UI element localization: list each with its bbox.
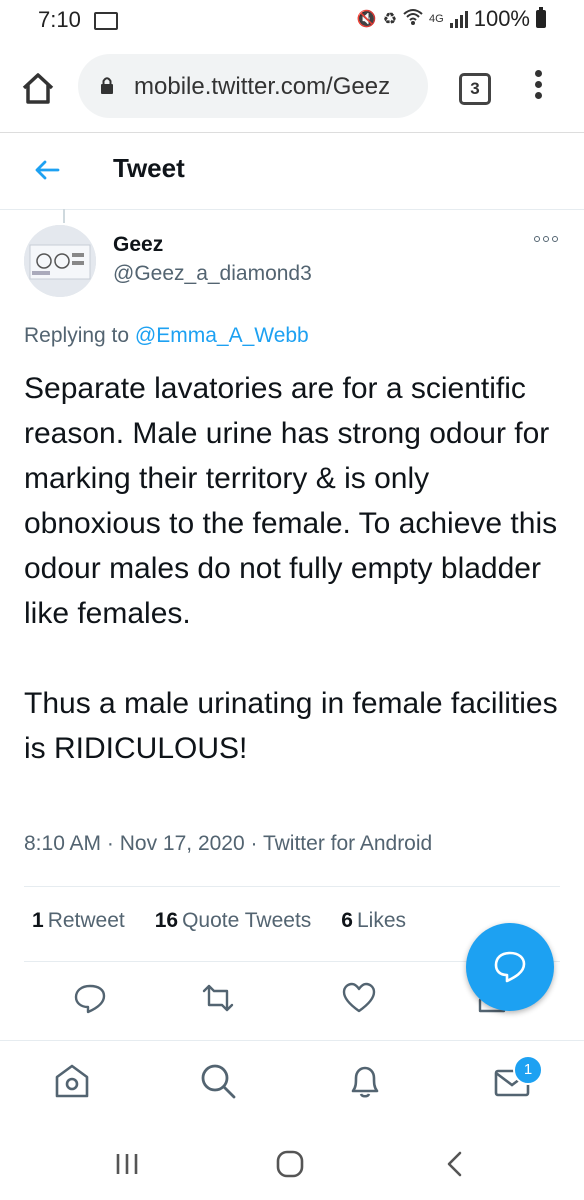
status-time: 7:10: [38, 7, 81, 32]
signal-icon: [449, 10, 468, 28]
tweet-source[interactable]: Twitter for Android: [263, 832, 432, 855]
meta-separator: ·: [244, 832, 263, 855]
replying-to: Replying to @Emma_A_Webb: [24, 324, 309, 348]
tweet-stats: 1 Retweet 16 Quote Tweets 6 Likes: [32, 909, 436, 933]
page-header: Tweet: [0, 133, 584, 210]
notification-icon: [94, 12, 118, 30]
tweet-meta: 8:10 AM · Nov 17, 2020 · Twitter for And…: [24, 832, 432, 856]
home-system-icon[interactable]: [273, 1147, 307, 1181]
likes-label: Likes: [356, 909, 407, 932]
back-button[interactable]: [32, 155, 62, 185]
wifi-icon: [403, 8, 423, 31]
divider: [24, 886, 560, 887]
retweets-stat[interactable]: 1 Retweet: [32, 909, 125, 933]
lock-icon: [100, 76, 114, 94]
status-indicators: 🔇 ♻ 4G 100%: [357, 6, 546, 32]
tweet-text: Separate lavatories are for a scientific…: [24, 366, 564, 771]
back-system-icon[interactable]: [438, 1147, 472, 1181]
house-icon: [22, 73, 54, 104]
author-name[interactable]: Geez: [113, 233, 163, 257]
tweet-paragraph: Thus a male urinating in female faciliti…: [24, 687, 558, 765]
home-tab-icon[interactable]: [52, 1061, 92, 1101]
quotes-count: 16: [154, 909, 179, 932]
battery-icon: [536, 7, 546, 28]
search-tab-icon[interactable]: [198, 1061, 238, 1101]
browser-toolbar: mobile.twitter.com/Geez 3: [0, 40, 584, 133]
tweet-date[interactable]: Nov 17, 2020: [120, 832, 245, 855]
url-text[interactable]: mobile.twitter.com/Geez: [134, 73, 422, 101]
replying-prefix: Replying to: [24, 324, 135, 347]
bottom-navigation: 1: [0, 1040, 584, 1125]
notifications-tab-icon[interactable]: [345, 1061, 385, 1101]
battery-text: 100%: [473, 6, 530, 31]
reply-mention-link[interactable]: @Emma_A_Webb: [135, 324, 309, 347]
quote-tweets-stat[interactable]: 16 Quote Tweets: [155, 909, 312, 933]
back-arrow-icon: [35, 160, 60, 180]
retweet-icon[interactable]: [200, 980, 236, 1016]
compose-icon: [494, 951, 526, 983]
mute-icon: 🔇: [356, 11, 377, 28]
meta-separator: ·: [101, 832, 120, 855]
like-icon[interactable]: [341, 980, 377, 1016]
likes-stat[interactable]: 6 Likes: [341, 909, 406, 933]
avatar[interactable]: [24, 225, 96, 297]
compose-reply-button[interactable]: [466, 923, 554, 1011]
retweets-label: Retweet: [47, 909, 125, 932]
network-type: 4G: [429, 13, 444, 25]
likes-count: 6: [341, 909, 353, 932]
tweet-time[interactable]: 8:10 AM: [24, 832, 101, 855]
retweets-count: 1: [32, 909, 44, 932]
reply-icon[interactable]: [72, 980, 108, 1016]
quotes-label: Quote Tweets: [182, 909, 312, 932]
tab-switcher-button[interactable]: 3: [459, 73, 491, 105]
system-navigation: [0, 1125, 584, 1200]
browser-menu-button[interactable]: [532, 70, 544, 102]
more-options-icon[interactable]: [534, 236, 560, 248]
status-bar: 7:10 🔇 ♻ 4G 100%: [0, 0, 584, 40]
thread-connector: [63, 209, 65, 223]
author-handle[interactable]: @Geez_a_diamond3: [113, 262, 312, 286]
home-button[interactable]: [20, 70, 56, 106]
messages-badge: 1: [513, 1055, 543, 1085]
recycle-icon: ♻: [382, 11, 398, 28]
page-title: Tweet: [113, 153, 185, 183]
url-bar[interactable]: mobile.twitter.com/Geez: [78, 54, 428, 118]
tweet-paragraph: Separate lavatories are for a scientific…: [24, 372, 558, 630]
recent-apps-icon[interactable]: [110, 1147, 144, 1181]
